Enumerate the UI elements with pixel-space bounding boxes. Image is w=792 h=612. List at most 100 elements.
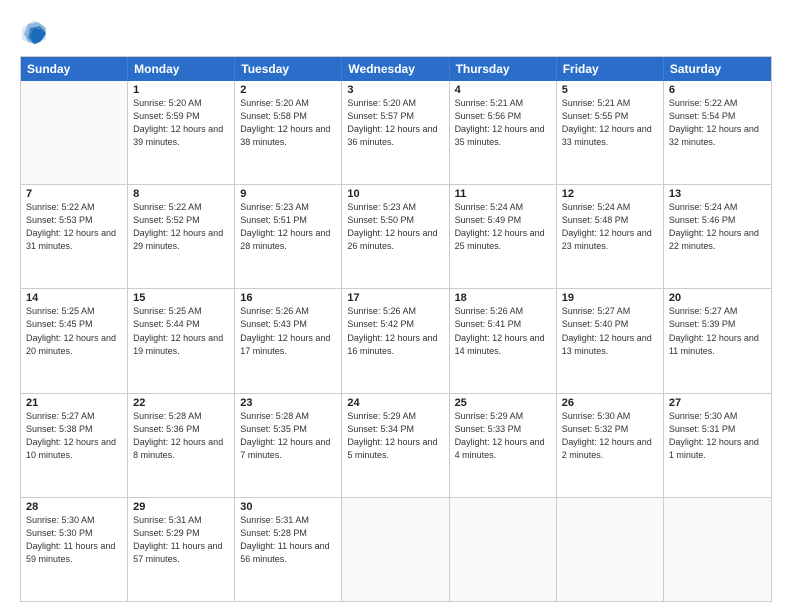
day-number: 24 <box>347 397 443 409</box>
sun-info: Sunrise: 5:31 AM Sunset: 5:28 PM Dayligh… <box>240 514 336 566</box>
calendar-cell: 24Sunrise: 5:29 AM Sunset: 5:34 PM Dayli… <box>342 394 449 497</box>
day-number: 17 <box>347 292 443 304</box>
header <box>20 18 772 46</box>
sun-info: Sunrise: 5:20 AM Sunset: 5:58 PM Dayligh… <box>240 97 336 149</box>
day-number: 30 <box>240 501 336 513</box>
day-number: 25 <box>455 397 551 409</box>
calendar-week-row: 21Sunrise: 5:27 AM Sunset: 5:38 PM Dayli… <box>21 394 771 498</box>
calendar-header-cell: Monday <box>128 57 235 81</box>
calendar: SundayMondayTuesdayWednesdayThursdayFrid… <box>20 56 772 602</box>
day-number: 29 <box>133 501 229 513</box>
calendar-week-row: 14Sunrise: 5:25 AM Sunset: 5:45 PM Dayli… <box>21 289 771 393</box>
calendar-cell: 18Sunrise: 5:26 AM Sunset: 5:41 PM Dayli… <box>450 289 557 392</box>
sun-info: Sunrise: 5:22 AM Sunset: 5:52 PM Dayligh… <box>133 201 229 253</box>
calendar-cell: 6Sunrise: 5:22 AM Sunset: 5:54 PM Daylig… <box>664 81 771 184</box>
day-number: 16 <box>240 292 336 304</box>
sun-info: Sunrise: 5:24 AM Sunset: 5:49 PM Dayligh… <box>455 201 551 253</box>
sun-info: Sunrise: 5:24 AM Sunset: 5:46 PM Dayligh… <box>669 201 766 253</box>
calendar-cell: 4Sunrise: 5:21 AM Sunset: 5:56 PM Daylig… <box>450 81 557 184</box>
calendar-cell: 21Sunrise: 5:27 AM Sunset: 5:38 PM Dayli… <box>21 394 128 497</box>
calendar-cell: 26Sunrise: 5:30 AM Sunset: 5:32 PM Dayli… <box>557 394 664 497</box>
sun-info: Sunrise: 5:26 AM Sunset: 5:42 PM Dayligh… <box>347 305 443 357</box>
calendar-week-row: 7Sunrise: 5:22 AM Sunset: 5:53 PM Daylig… <box>21 185 771 289</box>
logo <box>20 18 52 46</box>
calendar-cell: 11Sunrise: 5:24 AM Sunset: 5:49 PM Dayli… <box>450 185 557 288</box>
calendar-header: SundayMondayTuesdayWednesdayThursdayFrid… <box>21 57 771 81</box>
day-number: 12 <box>562 188 658 200</box>
sun-info: Sunrise: 5:29 AM Sunset: 5:33 PM Dayligh… <box>455 410 551 462</box>
calendar-header-cell: Saturday <box>664 57 771 81</box>
sun-info: Sunrise: 5:25 AM Sunset: 5:45 PM Dayligh… <box>26 305 122 357</box>
sun-info: Sunrise: 5:27 AM Sunset: 5:38 PM Dayligh… <box>26 410 122 462</box>
calendar-cell <box>450 498 557 601</box>
sun-info: Sunrise: 5:30 AM Sunset: 5:32 PM Dayligh… <box>562 410 658 462</box>
calendar-cell: 23Sunrise: 5:28 AM Sunset: 5:35 PM Dayli… <box>235 394 342 497</box>
calendar-header-cell: Tuesday <box>235 57 342 81</box>
day-number: 11 <box>455 188 551 200</box>
day-number: 20 <box>669 292 766 304</box>
calendar-cell: 30Sunrise: 5:31 AM Sunset: 5:28 PM Dayli… <box>235 498 342 601</box>
calendar-cell: 16Sunrise: 5:26 AM Sunset: 5:43 PM Dayli… <box>235 289 342 392</box>
sun-info: Sunrise: 5:22 AM Sunset: 5:53 PM Dayligh… <box>26 201 122 253</box>
calendar-cell: 13Sunrise: 5:24 AM Sunset: 5:46 PM Dayli… <box>664 185 771 288</box>
sun-info: Sunrise: 5:25 AM Sunset: 5:44 PM Dayligh… <box>133 305 229 357</box>
sun-info: Sunrise: 5:28 AM Sunset: 5:36 PM Dayligh… <box>133 410 229 462</box>
calendar-cell: 17Sunrise: 5:26 AM Sunset: 5:42 PM Dayli… <box>342 289 449 392</box>
calendar-cell: 25Sunrise: 5:29 AM Sunset: 5:33 PM Dayli… <box>450 394 557 497</box>
day-number: 19 <box>562 292 658 304</box>
day-number: 8 <box>133 188 229 200</box>
day-number: 1 <box>133 84 229 96</box>
sun-info: Sunrise: 5:27 AM Sunset: 5:40 PM Dayligh… <box>562 305 658 357</box>
day-number: 14 <box>26 292 122 304</box>
day-number: 13 <box>669 188 766 200</box>
sun-info: Sunrise: 5:29 AM Sunset: 5:34 PM Dayligh… <box>347 410 443 462</box>
sun-info: Sunrise: 5:23 AM Sunset: 5:51 PM Dayligh… <box>240 201 336 253</box>
day-number: 26 <box>562 397 658 409</box>
day-number: 2 <box>240 84 336 96</box>
calendar-cell: 8Sunrise: 5:22 AM Sunset: 5:52 PM Daylig… <box>128 185 235 288</box>
calendar-cell: 22Sunrise: 5:28 AM Sunset: 5:36 PM Dayli… <box>128 394 235 497</box>
calendar-cell: 2Sunrise: 5:20 AM Sunset: 5:58 PM Daylig… <box>235 81 342 184</box>
sun-info: Sunrise: 5:31 AM Sunset: 5:29 PM Dayligh… <box>133 514 229 566</box>
day-number: 27 <box>669 397 766 409</box>
sun-info: Sunrise: 5:20 AM Sunset: 5:57 PM Dayligh… <box>347 97 443 149</box>
day-number: 18 <box>455 292 551 304</box>
calendar-cell: 10Sunrise: 5:23 AM Sunset: 5:50 PM Dayli… <box>342 185 449 288</box>
page: SundayMondayTuesdayWednesdayThursdayFrid… <box>0 0 792 612</box>
calendar-cell <box>342 498 449 601</box>
day-number: 9 <box>240 188 336 200</box>
sun-info: Sunrise: 5:21 AM Sunset: 5:56 PM Dayligh… <box>455 97 551 149</box>
sun-info: Sunrise: 5:27 AM Sunset: 5:39 PM Dayligh… <box>669 305 766 357</box>
calendar-cell: 3Sunrise: 5:20 AM Sunset: 5:57 PM Daylig… <box>342 81 449 184</box>
calendar-cell: 7Sunrise: 5:22 AM Sunset: 5:53 PM Daylig… <box>21 185 128 288</box>
calendar-cell: 1Sunrise: 5:20 AM Sunset: 5:59 PM Daylig… <box>128 81 235 184</box>
day-number: 4 <box>455 84 551 96</box>
calendar-cell: 15Sunrise: 5:25 AM Sunset: 5:44 PM Dayli… <box>128 289 235 392</box>
day-number: 21 <box>26 397 122 409</box>
day-number: 28 <box>26 501 122 513</box>
sun-info: Sunrise: 5:30 AM Sunset: 5:31 PM Dayligh… <box>669 410 766 462</box>
day-number: 7 <box>26 188 122 200</box>
day-number: 15 <box>133 292 229 304</box>
sun-info: Sunrise: 5:21 AM Sunset: 5:55 PM Dayligh… <box>562 97 658 149</box>
sun-info: Sunrise: 5:30 AM Sunset: 5:30 PM Dayligh… <box>26 514 122 566</box>
calendar-body: 1Sunrise: 5:20 AM Sunset: 5:59 PM Daylig… <box>21 81 771 601</box>
calendar-cell: 20Sunrise: 5:27 AM Sunset: 5:39 PM Dayli… <box>664 289 771 392</box>
sun-info: Sunrise: 5:24 AM Sunset: 5:48 PM Dayligh… <box>562 201 658 253</box>
calendar-cell: 5Sunrise: 5:21 AM Sunset: 5:55 PM Daylig… <box>557 81 664 184</box>
calendar-header-cell: Friday <box>557 57 664 81</box>
calendar-cell <box>664 498 771 601</box>
day-number: 6 <box>669 84 766 96</box>
sun-info: Sunrise: 5:23 AM Sunset: 5:50 PM Dayligh… <box>347 201 443 253</box>
sun-info: Sunrise: 5:20 AM Sunset: 5:59 PM Dayligh… <box>133 97 229 149</box>
calendar-cell <box>557 498 664 601</box>
calendar-header-cell: Thursday <box>450 57 557 81</box>
logo-icon <box>20 18 48 46</box>
calendar-week-row: 1Sunrise: 5:20 AM Sunset: 5:59 PM Daylig… <box>21 81 771 185</box>
calendar-cell: 27Sunrise: 5:30 AM Sunset: 5:31 PM Dayli… <box>664 394 771 497</box>
day-number: 23 <box>240 397 336 409</box>
calendar-header-cell: Wednesday <box>342 57 449 81</box>
calendar-cell <box>21 81 128 184</box>
calendar-cell: 9Sunrise: 5:23 AM Sunset: 5:51 PM Daylig… <box>235 185 342 288</box>
day-number: 3 <box>347 84 443 96</box>
